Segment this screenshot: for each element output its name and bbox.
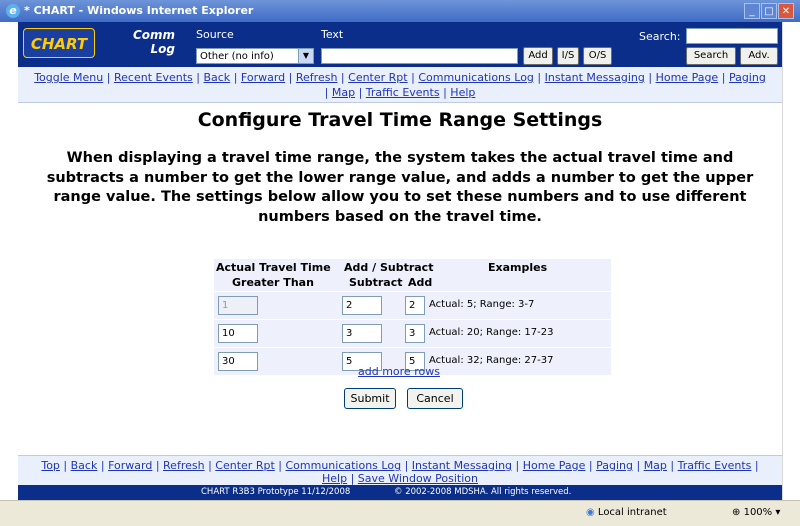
footer-map[interactable]: Map: [644, 459, 667, 472]
cancel-button[interactable]: Cancel: [407, 388, 463, 409]
example-text: Actual: 5; Range: 3-7: [429, 299, 535, 310]
page-description: When displaying a travel time range, the…: [46, 150, 754, 225]
header-examples: Examples: [488, 261, 548, 274]
table-header: Actual Travel Time Greater Than Add / Su…: [214, 259, 611, 291]
advanced-search-button[interactable]: Adv.: [740, 47, 778, 65]
header-greater-than: Greater Than: [232, 276, 314, 289]
nav-refresh[interactable]: Refresh: [296, 71, 338, 84]
footer-instant-messaging[interactable]: Instant Messaging: [412, 459, 512, 472]
ie-icon: e: [6, 4, 20, 18]
header-actual-travel-time: Actual Travel Time: [216, 261, 331, 274]
greater-than-input[interactable]: [218, 296, 258, 315]
comm-log-text-input[interactable]: [321, 48, 518, 64]
footer-refresh[interactable]: Refresh: [163, 459, 205, 472]
text-label: Text: [321, 28, 344, 41]
in-service-button[interactable]: I/S: [557, 47, 579, 65]
example-text: Actual: 32; Range: 27-37: [429, 355, 554, 366]
search-label: Search:: [639, 30, 681, 43]
footer-paging[interactable]: Paging: [596, 459, 633, 472]
comm-log-title: Comm Log: [133, 28, 175, 56]
footer-links-bar: Top | Back | Forward | Refresh | Center …: [18, 455, 782, 485]
table-row: Actual: 5; Range: 3-7: [214, 291, 611, 319]
footer-back[interactable]: Back: [71, 459, 98, 472]
footer-version-bar: CHART R3B3 Prototype 11/12/2008 © 2002-2…: [18, 485, 782, 500]
travel-time-range-table: Actual Travel Time Greater Than Add / Su…: [214, 259, 611, 375]
source-label: Source: [196, 28, 234, 41]
out-of-service-button[interactable]: O/S: [583, 47, 612, 65]
table-row: Actual: 20; Range: 17-23: [214, 319, 611, 347]
footer-center-rpt[interactable]: Center Rpt: [215, 459, 274, 472]
main-content: Configure Travel Time Range Settings Whe…: [18, 103, 782, 455]
add-more-rows-link[interactable]: add more rows: [358, 365, 440, 378]
nav-help[interactable]: Help: [450, 86, 475, 99]
minimize-icon[interactable]: _: [744, 3, 760, 19]
page-title: Configure Travel Time Range Settings: [197, 109, 603, 131]
security-zone-label: Local intranet: [597, 507, 667, 518]
search-input[interactable]: [686, 28, 778, 44]
add-input[interactable]: [405, 324, 425, 343]
close-icon[interactable]: ✕: [778, 3, 794, 19]
window-frame-left: [0, 22, 18, 500]
footer-save-window-position[interactable]: Save Window Position: [358, 472, 478, 485]
add-button[interactable]: Add: [523, 47, 553, 65]
nav-paging[interactable]: Paging: [729, 71, 766, 84]
chart-logo: CHART: [23, 28, 95, 58]
nav-communications-log[interactable]: Communications Log: [418, 71, 534, 84]
subtract-input[interactable]: [342, 296, 382, 315]
chevron-down-icon[interactable]: ▼: [298, 49, 313, 63]
maximize-icon[interactable]: □: [761, 3, 777, 19]
submit-button[interactable]: Submit: [344, 388, 396, 409]
nav-center-rpt[interactable]: Center Rpt: [348, 71, 407, 84]
nav-traffic-events[interactable]: Traffic Events: [366, 86, 440, 99]
comm-log-line2: Log: [150, 42, 175, 56]
header-subtract: Subtract: [349, 276, 403, 289]
app-header: CHART Comm Log Source Other (no info) ▼ …: [18, 22, 782, 67]
nav-toggle-menu[interactable]: Toggle Menu: [34, 71, 103, 84]
copyright-text: © 2002-2008 MDSHA. All rights reserved.: [394, 487, 572, 497]
nav-instant-messaging[interactable]: Instant Messaging: [545, 71, 645, 84]
footer-home-page[interactable]: Home Page: [523, 459, 586, 472]
header-add-subtract: Add / Subtract: [344, 261, 434, 274]
nav-links-bar: Toggle Menu | Recent Events | Back | For…: [18, 67, 782, 103]
version-text: CHART R3B3 Prototype 11/12/2008: [201, 487, 351, 497]
footer-traffic-events[interactable]: Traffic Events: [678, 459, 752, 472]
footer-top[interactable]: Top: [41, 459, 60, 472]
security-zone: ◉ Local intranet: [586, 501, 667, 525]
subtract-input[interactable]: [342, 324, 382, 343]
window-frame-right: [782, 22, 800, 500]
example-text: Actual: 20; Range: 17-23: [429, 327, 554, 338]
zoom-control[interactable]: ⊕ 100% ▾: [732, 501, 780, 525]
intranet-icon: ◉: [586, 507, 595, 518]
footer-forward[interactable]: Forward: [108, 459, 152, 472]
footer-communications-log[interactable]: Communications Log: [285, 459, 401, 472]
comm-log-line1: Comm: [133, 28, 176, 42]
nav-recent-events[interactable]: Recent Events: [114, 71, 193, 84]
source-select-value: Other (no info): [200, 51, 274, 62]
greater-than-input[interactable]: [218, 352, 258, 371]
zoom-level: 100%: [743, 507, 773, 518]
browser-status-bar: ◉ Local intranet ⊕ 100% ▾: [0, 500, 800, 526]
footer-help[interactable]: Help: [322, 472, 347, 485]
window-title-bar: e * CHART - Windows Internet Explorer _ □…: [0, 0, 800, 22]
header-add: Add: [408, 276, 433, 289]
chevron-down-icon[interactable]: ▾: [775, 507, 780, 518]
zoom-icon: ⊕: [732, 507, 741, 518]
nav-forward[interactable]: Forward: [241, 71, 285, 84]
nav-back[interactable]: Back: [203, 71, 230, 84]
add-input[interactable]: [405, 296, 425, 315]
greater-than-input[interactable]: [218, 324, 258, 343]
window-title: * CHART - Windows Internet Explorer: [24, 4, 254, 17]
search-button[interactable]: Search: [686, 47, 736, 65]
nav-map[interactable]: Map: [332, 86, 355, 99]
source-select[interactable]: Other (no info) ▼: [196, 48, 314, 64]
nav-home-page[interactable]: Home Page: [656, 71, 719, 84]
